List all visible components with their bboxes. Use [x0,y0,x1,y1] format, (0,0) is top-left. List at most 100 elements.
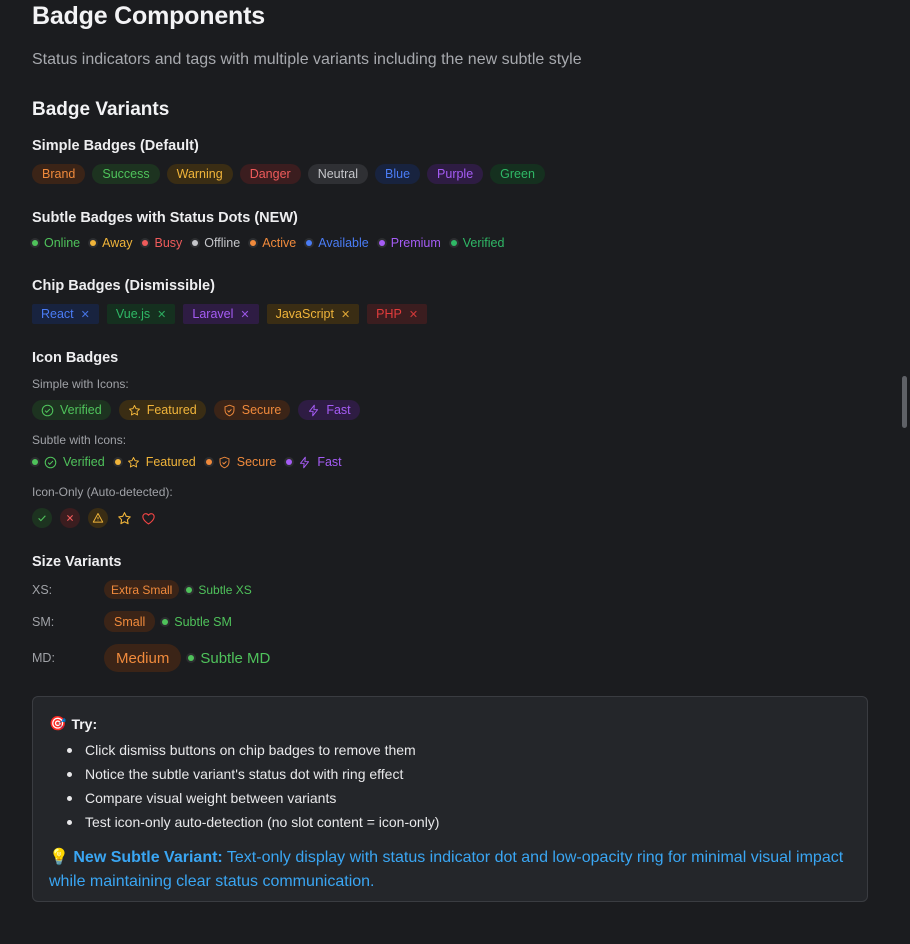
star-icon [127,456,139,467]
size-label-xs: XS: [32,583,53,597]
try-title: 🎯 Try: [49,715,851,732]
status-dot [250,240,257,246]
heart-icon [141,512,155,524]
status-dot [286,459,293,465]
dismiss-icon[interactable]: ✕ [240,308,249,321]
badge-neutral: Neutral [307,164,368,184]
subtle-size-label: Subtle XS [198,582,252,597]
subtle-icons-label: Subtle with Icons: [32,433,127,447]
status-dot [186,586,193,593]
subtle-label: Active [262,236,297,250]
check-icon [38,515,46,522]
subtle-label: Offline [204,236,241,250]
simple-badges-heading: Simple Badges (Default) [32,138,199,154]
status-dot [306,240,313,246]
chip-badges-heading: Chip Badges (Dismissible) [32,278,215,294]
dismiss-icon[interactable]: ✕ [81,308,90,321]
subtle-icon-fast: Fast [286,455,342,469]
star-icon [117,511,131,524]
x-icon [66,514,74,522]
status-dot [188,655,195,661]
status-dot [205,459,212,465]
size-label-sm: SM: [32,615,55,629]
warning-icon [92,513,104,523]
icon-only-warning [88,508,108,528]
scrollbar-thumb[interactable] [902,376,907,428]
icon-badge-verified: Verified [32,400,111,420]
subtle-label: Away [102,236,133,250]
status-dot [142,240,149,246]
icon-badge-fast: Fast [298,400,360,420]
dismiss-icon[interactable]: ✕ [409,308,418,321]
bolt-icon [300,456,310,468]
subtle-busy: Busy [142,236,182,250]
bolt-icon [309,404,319,416]
status-dot [450,240,457,246]
dismiss-icon[interactable]: ✕ [341,308,350,321]
subtle-variant-note: 💡 New Subtle Variant: Text-only display … [49,846,851,894]
badge-green: Green [490,164,545,184]
subtle-icon-featured: Featured [114,455,196,469]
dismiss-icon[interactable]: ✕ [157,308,166,321]
subtle-icon-label: Verified [63,455,105,469]
shield-icon [219,456,230,468]
subtle-offline: Offline [192,236,240,250]
icon-only-x [60,508,80,528]
badge-brand: Brand [32,164,86,184]
status-dot [32,459,38,465]
subtle-md: Subtle MD [188,650,270,667]
subtle-xs: Subtle XS [186,582,252,597]
lightbulb-icon: 💡 [49,849,69,866]
chip-label: Laravel [192,307,234,321]
subtle-label: Premium [390,236,441,250]
badge-sm: Small [104,611,156,632]
shield-icon [224,404,235,416]
badge-xs: Extra Small [104,580,180,599]
page-lead: Status indicators and tags with multiple… [32,51,582,68]
badge-danger: Danger [239,164,301,184]
try-list: Click dismiss buttons on chip badges to … [67,738,851,834]
subtle-icon-badges-row: Verified Featured Secure Fast [32,455,352,469]
status-dot [90,240,97,246]
chip-label: React [41,307,74,321]
subtle-size-label: Subtle SM [174,614,232,629]
icon-badge-label: Featured [146,403,197,417]
icon-only-star [116,508,132,528]
chip-laravel: Laravel ✕ [183,304,259,324]
chip-php: PHP ✕ [367,304,428,324]
try-title-text: Try: [71,715,98,732]
subtle-icon-verified: Verified [32,455,105,469]
status-dot [378,240,385,246]
chip-javascript: JavaScript ✕ [266,304,360,324]
status-dot [192,240,199,246]
chip-label: JavaScript [275,307,334,321]
icon-only-row [32,508,164,528]
subtle-online: Online [32,236,80,250]
simple-icon-badges-row: Verified Featured Secure Fast [32,400,368,420]
subtle-icon-label: Secure [236,455,277,469]
icon-only-check [32,508,52,528]
badge-success: Success [92,164,160,184]
size-row-xs: Extra Small Subtle XS [104,580,262,599]
status-dot [162,618,169,625]
try-panel: 🎯 Try: Click dismiss buttons on chip bad… [32,696,868,902]
icon-badge-label: Verified [60,403,102,417]
page-title: Badge Components [32,2,265,30]
icon-badge-label: Fast [326,403,351,417]
subtle-badges-heading: Subtle Badges with Status Dots (NEW) [32,210,298,226]
status-dot [32,240,38,246]
simple-badges-row: Brand Success Warning Danger Neutral Blu… [32,164,552,184]
try-item: Compare visual weight between variants [67,786,851,810]
subtle-premium: Premium [378,236,441,250]
subtle-icon-secure: Secure [205,455,277,469]
size-row-sm: Small Subtle SM [104,611,242,632]
icon-only-label: Icon-Only (Auto-detected): [32,485,173,499]
icon-only-heart [140,508,156,528]
subtle-active: Active [250,236,296,250]
note-strong: New Subtle Variant: [73,849,223,866]
subtle-icon-label: Fast [317,455,342,469]
check-circle-icon [41,404,54,416]
subtle-label: Online [44,236,81,250]
target-icon: 🎯 [49,715,67,731]
subtle-label: Verified [462,236,505,250]
